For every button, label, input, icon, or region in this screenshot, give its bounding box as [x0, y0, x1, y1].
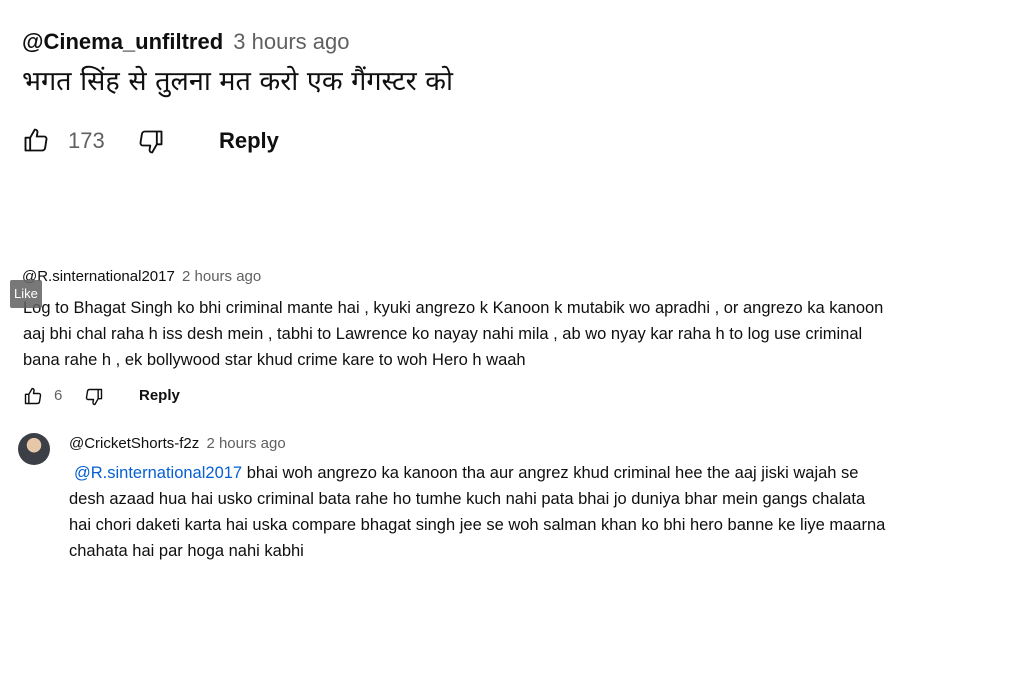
comment-text: भगत सिंह से तुलना मत करो एक गैंगस्टर को — [22, 66, 453, 97]
thumbs-down-icon — [137, 128, 165, 156]
comment-text: @R.sinternational2017 bhai woh angrezo k… — [69, 460, 885, 564]
thumbs-up-icon — [22, 126, 50, 154]
comment-text-span: bhai woh angrezo ka kanoon tha aur angre… — [242, 464, 859, 482]
like-count: 6 — [54, 387, 63, 404]
comment-header: @CricketShorts-f2z 2 hours ago — [69, 434, 286, 454]
comment-author[interactable]: @Cinema_unfiltred — [22, 29, 223, 54]
comment-text-line: hai chori daketi karta hai uska compare … — [69, 516, 886, 534]
comment-time[interactable]: 3 hours ago — [233, 29, 349, 54]
like-count: 173 — [68, 128, 105, 153]
reply-button[interactable]: Reply — [219, 128, 279, 154]
comment-text-line: Log to Bhagat Singh ko bhi criminal mant… — [23, 299, 884, 317]
comment-author[interactable]: @CricketShorts-f2z — [69, 435, 199, 452]
thumbs-up-icon — [23, 386, 43, 406]
like-tooltip: Like — [10, 280, 42, 308]
avatar[interactable] — [18, 433, 50, 465]
like-button[interactable] — [22, 126, 50, 154]
comment-text-line: bana rahe h , ek bollywood star khud cri… — [23, 351, 526, 369]
comment-text-line: chahata hai par hoga nahi kabhi — [69, 542, 304, 560]
comment-author[interactable]: @R.sinternational2017 — [22, 268, 175, 285]
comment-header: @Cinema_unfiltred 3 hours ago — [22, 28, 349, 56]
reply-button[interactable]: Reply — [139, 387, 180, 405]
comment-text-line: @R.sinternational2017 bhai woh angrezo k… — [69, 460, 885, 486]
reply-comment: @CricketShorts-f2z 2 hours ago @R.sinter… — [0, 425, 1024, 585]
dislike-button[interactable] — [84, 387, 104, 407]
dislike-button[interactable] — [137, 128, 165, 156]
thumbs-down-icon — [84, 387, 104, 407]
comment-text-line: desh azaad hua hai usko criminal bata ra… — [69, 490, 866, 508]
comment-header: @R.sinternational2017 2 hours ago — [22, 267, 261, 287]
comment-text-line: aaj bhi chal raha h iss desh mein , tabh… — [23, 325, 863, 343]
comment-thread-2: @R.sinternational2017 2 hours ago Log to… — [0, 260, 1024, 420]
comment-time[interactable]: 2 hours ago — [182, 268, 261, 285]
comment-thread-1: @Cinema_unfiltred 3 hours ago भगत सिंह स… — [0, 0, 1024, 170]
comment-time[interactable]: 2 hours ago — [206, 435, 285, 452]
comment-text: Log to Bhagat Singh ko bhi criminal mant… — [23, 295, 883, 373]
like-button[interactable] — [23, 386, 43, 406]
mention-link[interactable]: @R.sinternational2017 — [74, 464, 242, 482]
